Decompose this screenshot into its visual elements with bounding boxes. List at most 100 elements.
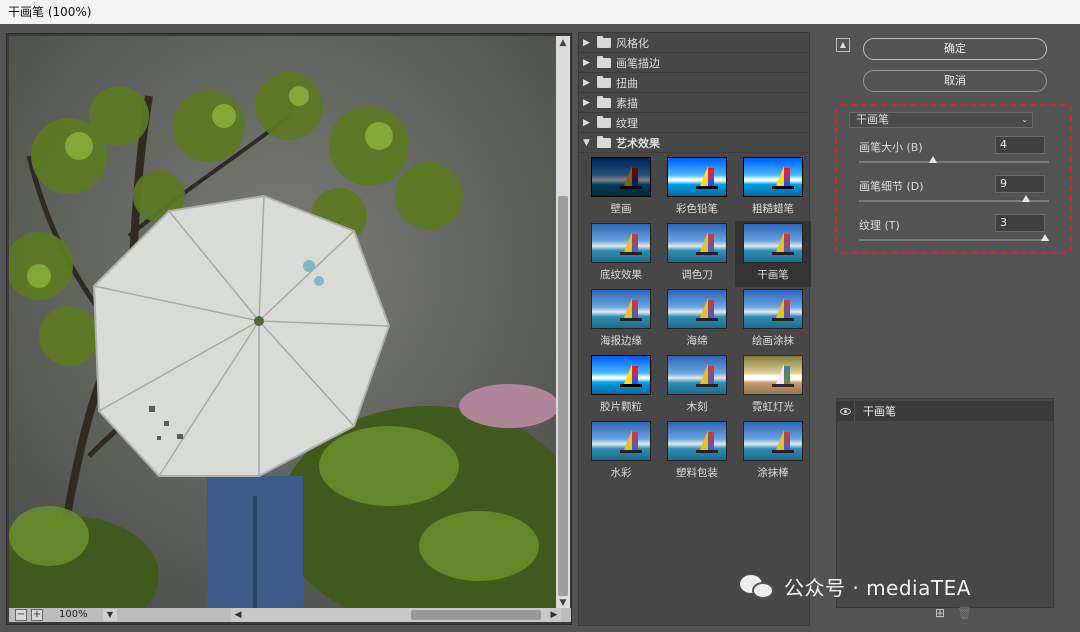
folder-icon (597, 95, 611, 108)
filter-thumbnail (667, 421, 727, 461)
filter-thumbnail (667, 223, 727, 263)
filter-label: 水彩 (610, 467, 632, 479)
settings-panel: ▲ 确定 取消 干画笔 ⌄ 画笔大小 (B) 4 画笔细节 (D) 9 纹理 (… (828, 32, 1080, 626)
category-label: 扭曲 (616, 76, 638, 90)
effect-layer-label: 干画笔 (863, 405, 896, 418)
filter-thumbnail (743, 157, 803, 197)
watermark: 公众号 · mediaTEA (740, 572, 971, 601)
filter-underpainting[interactable]: 底纹效果 (583, 221, 659, 287)
category-texture[interactable]: ▶ 纹理 (579, 113, 809, 133)
umbrella-photo (9, 36, 557, 610)
scroll-right-arrow-icon[interactable]: ▶ (547, 608, 561, 622)
expand-triangle-icon: ▶ (583, 37, 590, 48)
filter-dry-brush[interactable]: 干画笔 (735, 221, 811, 287)
category-stylize[interactable]: ▶ 风格化 (579, 33, 809, 53)
filter-thumbnail (591, 157, 651, 197)
horizontal-scroll-thumb[interactable] (411, 610, 541, 620)
filter-label: 调色刀 (681, 269, 713, 281)
filter-poster-edges[interactable]: 海报边缘 (583, 287, 659, 353)
ok-button[interactable]: 确定 (863, 38, 1047, 60)
collapse-triangle-icon: ▼ (583, 137, 590, 148)
filter-fresco[interactable]: 壁画 (583, 155, 659, 221)
expand-triangle-icon: ▶ (583, 57, 590, 68)
collapse-gallery-icon[interactable]: ▲ (836, 38, 850, 52)
folder-open-icon (597, 135, 611, 148)
slider-knob[interactable] (1022, 195, 1031, 202)
filter-thumbnail (667, 289, 727, 329)
filter-label: 绘画涂抹 (752, 335, 794, 347)
zoom-dropdown-icon[interactable]: ▼ (103, 609, 117, 621)
effect-layer-item[interactable]: 干画笔 (837, 401, 1053, 421)
filter-smudge-stick[interactable]: 涂抹棒 (735, 419, 811, 485)
filter-thumbnail (743, 223, 803, 263)
filter-thumbnail (743, 355, 803, 395)
slider-track[interactable] (859, 161, 1049, 163)
slider-knob[interactable] (929, 156, 938, 163)
preview-bottom-bar: − + 100% ▼ ◀ ▶ (9, 608, 571, 622)
category-sketch[interactable]: ▶ 素描 (579, 93, 809, 113)
chevron-down-icon: ⌄ (1021, 115, 1028, 124)
preview-image[interactable] (9, 36, 557, 610)
filter-thumbnail (591, 355, 651, 395)
zoom-in-button[interactable]: + (31, 609, 43, 621)
folder-icon (597, 35, 611, 48)
slider-knob[interactable] (1041, 234, 1049, 241)
filter-label: 海报边缘 (600, 335, 642, 347)
param-label: 画笔细节 (D) (859, 180, 924, 193)
category-label: 风格化 (616, 36, 649, 50)
filter-thumbnail (591, 421, 651, 461)
filter-thumbnail (667, 157, 727, 197)
filter-label: 粗糙蜡笔 (752, 203, 794, 215)
texture-input[interactable]: 3 (995, 214, 1045, 232)
filter-palette-knife[interactable]: 调色刀 (659, 221, 735, 287)
filter-thumbnail (591, 289, 651, 329)
scroll-up-arrow-icon[interactable]: ▲ (556, 36, 570, 50)
window-title: 干画笔 (100%) (0, 0, 1080, 24)
cancel-button[interactable]: 取消 (863, 70, 1047, 92)
expand-triangle-icon: ▶ (583, 77, 590, 88)
category-label: 艺术效果 (616, 136, 660, 150)
filter-label: 干画笔 (757, 269, 789, 281)
wechat-icon (740, 573, 776, 601)
filter-film-grain[interactable]: 胶片颗粒 (583, 353, 659, 419)
filter-plastic-wrap[interactable]: 塑料包装 (659, 419, 735, 485)
filter-label: 彩色铅笔 (676, 203, 718, 215)
filter-select[interactable]: 干画笔 ⌄ (849, 112, 1033, 128)
trash-icon[interactable]: 🗑 (957, 606, 972, 620)
filter-gallery: ▶ 风格化 ▶ 画笔描边 ▶ 扭曲 ▶ 素描 ▶ 纹理 ▼ 艺术效果 壁画 彩色… (578, 32, 811, 626)
scroll-left-arrow-icon[interactable]: ◀ (231, 608, 245, 622)
filter-rough-pastels[interactable]: 粗糙蜡笔 (735, 155, 811, 221)
filter-watercolor[interactable]: 水彩 (583, 419, 659, 485)
param-label: 画笔大小 (B) (859, 141, 923, 154)
category-label: 纹理 (616, 116, 638, 130)
filter-label: 木刻 (686, 401, 708, 413)
brush-size-input[interactable]: 4 (995, 136, 1045, 154)
slider-track[interactable] (859, 239, 1049, 241)
category-brush-strokes[interactable]: ▶ 画笔描边 (579, 53, 809, 73)
filter-thumbnail (743, 421, 803, 461)
filter-colored-pencil[interactable]: 彩色铅笔 (659, 155, 735, 221)
vertical-scroll-thumb[interactable] (558, 196, 568, 596)
brush-detail-input[interactable]: 9 (995, 175, 1045, 193)
filter-label: 霓虹灯光 (752, 401, 794, 413)
expand-triangle-icon: ▶ (583, 117, 590, 128)
filter-neon-glow[interactable]: 霓虹灯光 (735, 353, 811, 419)
category-artistic[interactable]: ▼ 艺术效果 (579, 133, 809, 153)
preview-horizontal-scrollbar[interactable]: ◀ ▶ (231, 608, 561, 622)
filter-label: 底纹效果 (600, 269, 642, 281)
zoom-level: 100% (59, 609, 88, 620)
folder-icon (597, 115, 611, 128)
filter-cutout[interactable]: 木刻 (659, 353, 735, 419)
category-distort[interactable]: ▶ 扭曲 (579, 73, 809, 93)
category-label: 画笔描边 (616, 56, 660, 70)
filter-label: 壁画 (610, 203, 632, 215)
filter-paint-daubs[interactable]: 绘画涂抹 (735, 287, 811, 353)
eye-icon[interactable] (837, 401, 855, 421)
preview-pane: ▲ ▼ − + 100% ▼ ◀ ▶ (6, 33, 572, 625)
zoom-out-button[interactable]: − (15, 609, 27, 621)
filter-sponge[interactable]: 海绵 (659, 287, 735, 353)
filter-label: 涂抹棒 (757, 467, 789, 479)
new-effect-layer-icon[interactable]: ⊞ (933, 606, 947, 620)
preview-vertical-scrollbar[interactable]: ▲ ▼ (556, 36, 570, 610)
slider-track[interactable] (859, 200, 1049, 202)
